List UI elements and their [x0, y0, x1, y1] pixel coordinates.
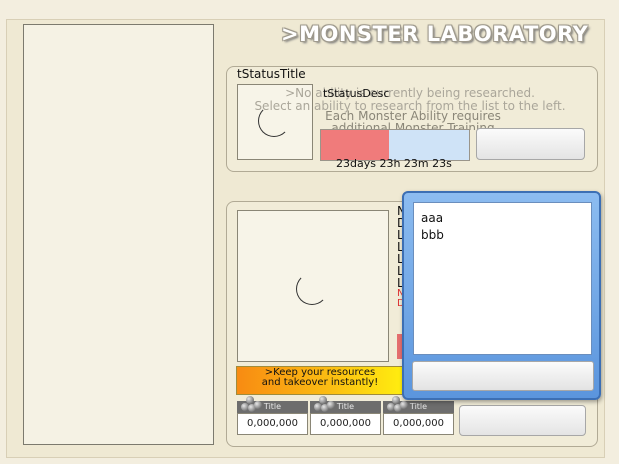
status-description: tStatusDesc: [323, 87, 390, 100]
time-remaining: 23days 23h 23m 23s: [336, 157, 452, 170]
ore-icon: [313, 396, 335, 416]
resource-box: Title 0,000,000: [310, 396, 381, 435]
resource-box: Title 0,000,000: [237, 396, 308, 435]
list-item[interactable]: bbb: [421, 227, 584, 244]
loading-spinner-icon: [296, 273, 328, 305]
popup-confirm-button[interactable]: [412, 361, 594, 391]
popup-list: aaa bbb: [413, 202, 592, 355]
resource-value: 0,000,000: [310, 413, 381, 435]
resource-value: 0,000,000: [237, 413, 308, 435]
resource-value: 0,000,000: [383, 413, 454, 435]
ability-image: [237, 210, 389, 362]
promo-line-2: and takeover instantly!: [261, 377, 379, 388]
list-item[interactable]: aaa: [421, 210, 584, 227]
resource-box: Title 0,000,000: [383, 396, 454, 435]
requirement-text: Each Monster Ability requires additional…: [318, 110, 508, 130]
ore-icon: [240, 396, 262, 416]
dropdown-popup: aaa bbb: [402, 191, 601, 400]
progress-fill: [321, 130, 390, 160]
ability-list-panel[interactable]: [23, 24, 214, 445]
details-action-button[interactable]: [459, 405, 586, 436]
research-action-button[interactable]: [476, 128, 585, 160]
takeover-promo-button[interactable]: >Keep your resources and takeover instan…: [236, 366, 404, 395]
page-title: >MONSTER LABORATORY: [281, 22, 589, 46]
status-title: tStatusTitle: [237, 67, 306, 81]
